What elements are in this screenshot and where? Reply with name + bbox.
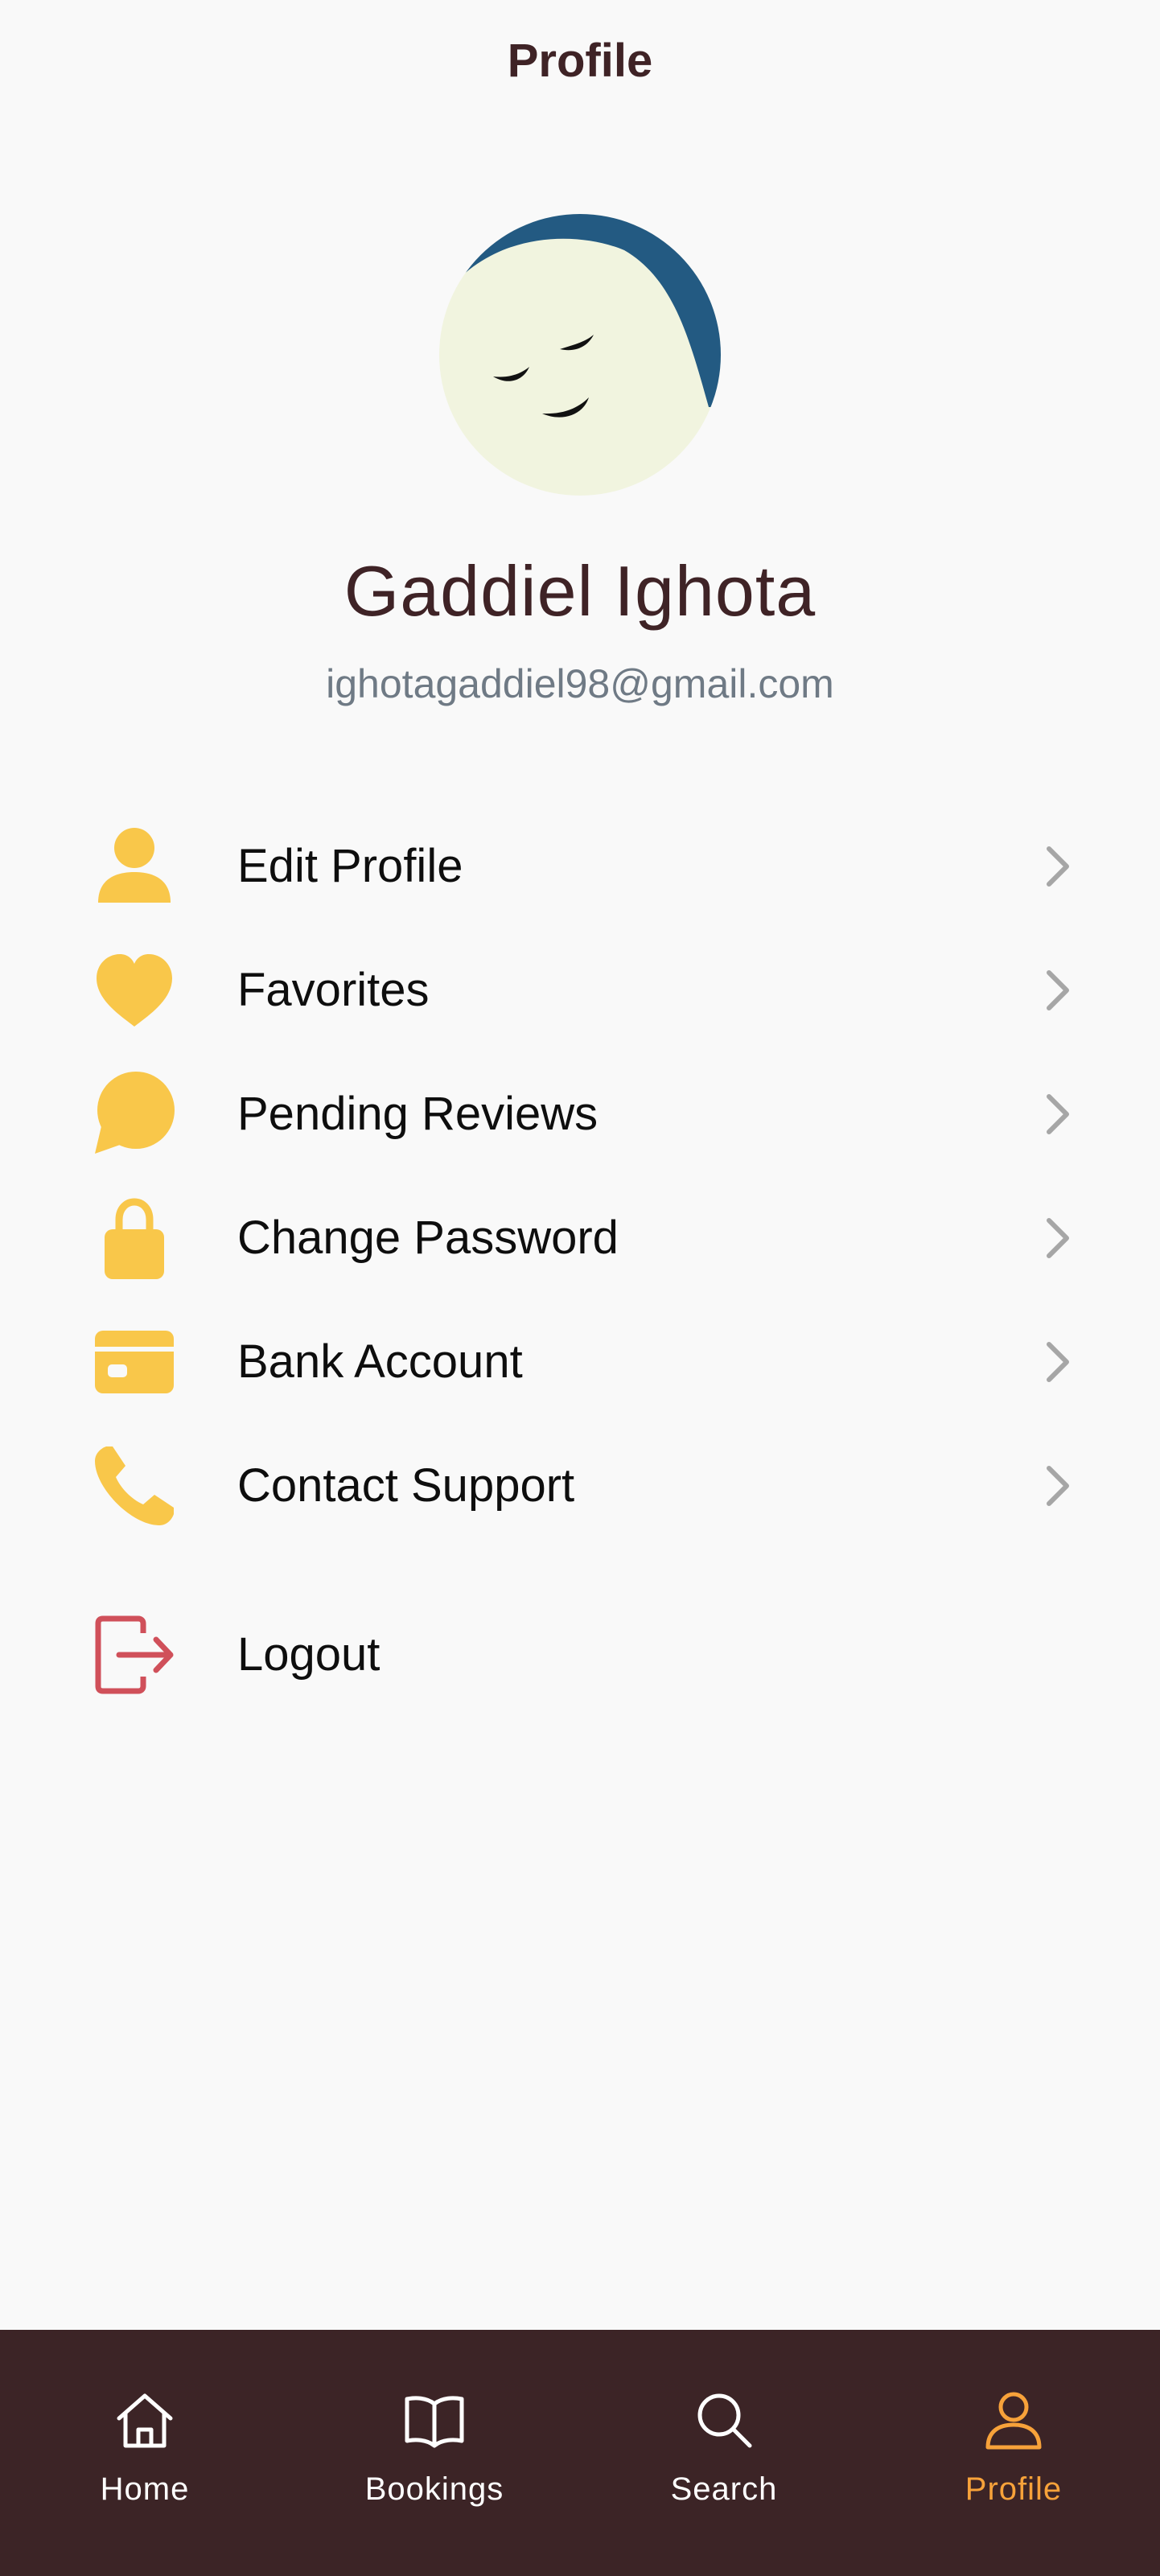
nav-item-home[interactable]: Home [0,2330,290,2576]
bottom-nav: Home Bookings Search Profile [0,2330,1160,2576]
logout-icon [95,1615,174,1694]
logout-button[interactable]: Logout [0,1593,1160,1717]
chevron-right-icon [1047,846,1069,887]
menu-label: Contact Support [237,1459,575,1512]
nav-label: Profile [965,2471,1063,2507]
user-name: Gaddiel Ighota [343,551,817,631]
logout-label: Logout [237,1628,380,1681]
nav-label: Bookings [364,2471,504,2507]
chevron-right-icon [1047,1342,1069,1382]
menu-item-bank-account[interactable]: Bank Account [0,1300,1160,1424]
avatar[interactable] [439,214,721,496]
menu-label: Pending Reviews [237,1088,599,1140]
user-email: ighotagaddiel98@gmail.com [326,661,834,706]
menu-item-favorites[interactable]: Favorites [0,928,1160,1052]
person-outline-icon [985,2392,1042,2450]
search-icon [697,2393,752,2448]
nav-item-search[interactable]: Search [579,2330,869,2576]
heart-icon [97,954,172,1027]
book-icon [405,2396,464,2448]
credit-card-icon [95,1331,174,1393]
nav-item-profile[interactable]: Profile [869,2330,1158,2576]
chevron-right-icon [1047,970,1069,1010]
menu-item-contact-support[interactable]: Contact Support [0,1424,1160,1548]
home-icon [117,2393,173,2448]
page-title: Profile [507,35,653,87]
nav-item-bookings[interactable]: Bookings [290,2330,579,2576]
menu-item-edit-profile[interactable]: Edit Profile [0,804,1160,928]
menu-item-pending-reviews[interactable]: Pending Reviews [0,1052,1160,1176]
menu-label: Bank Account [237,1335,523,1388]
chevron-right-icon [1047,1094,1069,1134]
phone-icon [95,1446,174,1525]
menu-item-change-password[interactable]: Change Password [0,1176,1160,1300]
nav-label: Home [100,2471,190,2507]
menu-label: Favorites [237,964,430,1016]
lock-icon [105,1198,164,1279]
person-icon [98,828,171,903]
chevron-right-icon [1047,1218,1069,1258]
chat-bubble-icon [95,1072,175,1154]
chevron-right-icon [1047,1466,1069,1506]
nav-label: Search [670,2471,778,2507]
menu-label: Edit Profile [237,840,463,892]
menu-label: Change Password [237,1212,619,1264]
